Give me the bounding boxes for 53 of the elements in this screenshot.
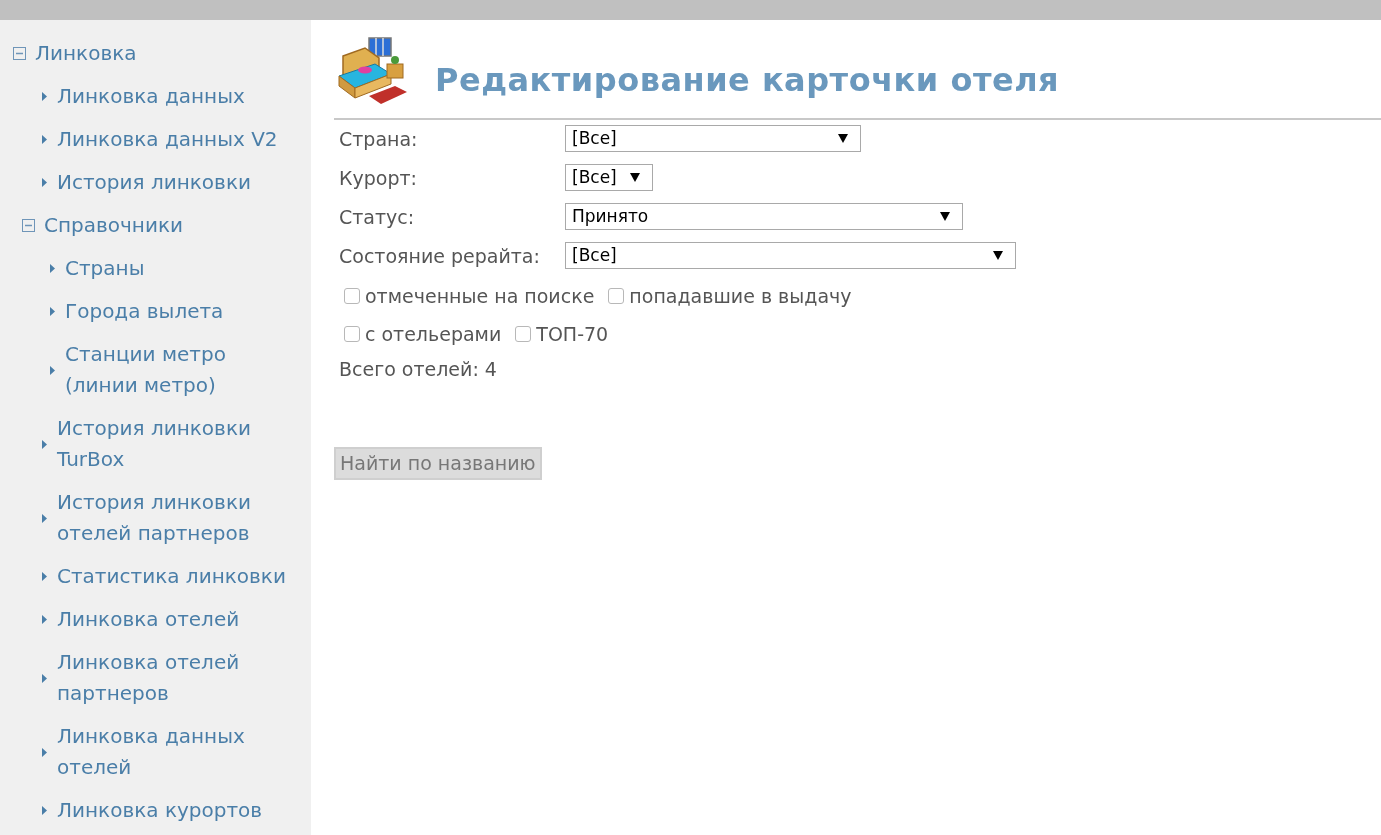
bullet-arrow-icon bbox=[50, 307, 55, 316]
checkbox[interactable] bbox=[515, 326, 532, 342]
bullet-arrow-icon bbox=[50, 365, 55, 375]
bullet-arrow-icon bbox=[42, 615, 47, 624]
menu-link[interactable]: Страны bbox=[65, 253, 145, 284]
menu-link[interactable]: Линковка данных bbox=[57, 81, 245, 112]
menu-link[interactable]: Линковка данных отелей bbox=[57, 721, 291, 783]
dropdown-arrow-icon bbox=[993, 251, 1003, 260]
menu-link[interactable]: Линковка курортов bbox=[57, 795, 263, 826]
bullet-arrow-icon bbox=[42, 92, 47, 101]
bullet-arrow-icon bbox=[42, 673, 47, 683]
dropdown-arrow-icon bbox=[940, 212, 950, 221]
tree-item[interactable]: Линковка bbox=[35, 38, 137, 69]
menu-link[interactable]: Станции метро (линии метро) bbox=[65, 339, 291, 401]
bullet-arrow-icon bbox=[42, 747, 47, 757]
bullet-arrow-icon bbox=[42, 178, 47, 187]
tree-item[interactable]: Справочники bbox=[44, 210, 183, 241]
menu-link[interactable]: Города вылета bbox=[65, 296, 224, 327]
checkbox-label: отмеченные на поиске bbox=[365, 284, 595, 309]
menu-link[interactable]: Линковка отелей bbox=[57, 604, 240, 635]
bullet-arrow-icon bbox=[42, 439, 47, 449]
collapse-icon[interactable] bbox=[22, 219, 35, 232]
page-title: Редактирование карточки отеля bbox=[435, 60, 1060, 101]
menu-link[interactable]: История линковки отелей партнеров bbox=[57, 487, 291, 549]
dropdown-arrow-icon bbox=[838, 134, 848, 143]
checkbox-label: попадавшие в выдачу bbox=[629, 284, 852, 309]
field-label: Курорт: bbox=[339, 165, 418, 191]
dropdown[interactable]: [Все] bbox=[565, 164, 653, 191]
hotel-room-icon bbox=[335, 36, 409, 106]
bullet-arrow-icon bbox=[50, 264, 55, 273]
bullet-arrow-icon bbox=[42, 135, 47, 144]
dropdown-arrow-icon bbox=[630, 173, 640, 182]
menu-link[interactable]: Линковка данных V2 bbox=[57, 124, 278, 155]
field-label: Страна: bbox=[339, 126, 419, 152]
menu-link[interactable]: Линковка отелей партнеров bbox=[57, 647, 291, 709]
checkbox[interactable] bbox=[344, 288, 360, 304]
bullet-arrow-icon bbox=[42, 572, 47, 581]
checkbox-label: ТОП-70 bbox=[536, 322, 609, 347]
checkbox[interactable] bbox=[608, 288, 625, 304]
dropdown[interactable]: [Все] bbox=[565, 242, 1016, 269]
bullet-arrow-icon bbox=[42, 513, 47, 523]
field-label: Состояние рерайта: bbox=[339, 243, 541, 269]
menu-link[interactable]: Статистика линковки bbox=[57, 561, 286, 592]
menu-link[interactable]: История линковки TurBox bbox=[57, 413, 291, 475]
dropdown[interactable]: [Все] bbox=[565, 125, 861, 152]
bullet-arrow-icon bbox=[42, 806, 47, 815]
hotel-count-text: Всего отелей: 4 bbox=[339, 357, 498, 381]
checkbox[interactable] bbox=[344, 326, 360, 342]
dropdown[interactable]: Принято bbox=[565, 203, 963, 230]
field-label: Статус: bbox=[339, 204, 416, 230]
checkbox-label: с отельерами bbox=[365, 322, 502, 347]
menu-link[interactable]: История линковки bbox=[57, 167, 251, 198]
collapse-icon[interactable] bbox=[13, 47, 26, 60]
